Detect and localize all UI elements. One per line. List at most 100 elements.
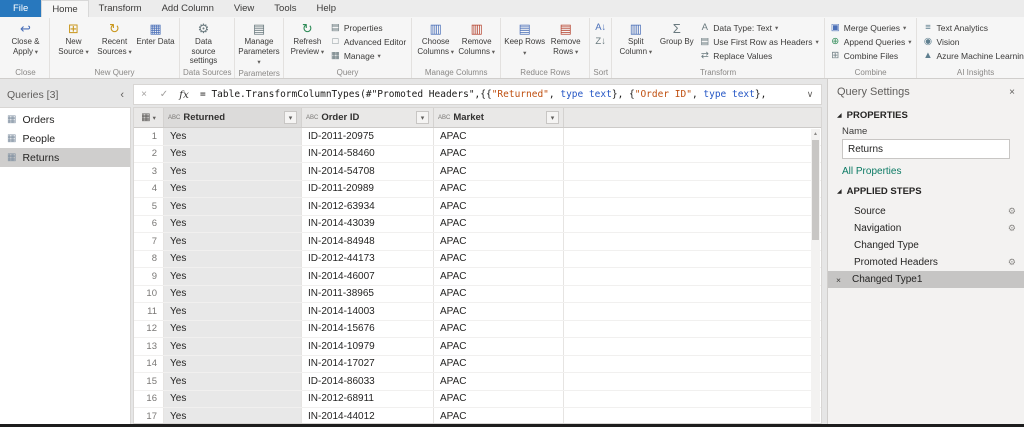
table-cell[interactable]: Yes	[164, 250, 302, 267]
remove-rows-button[interactable]: ▤ Remove Rows ▾	[545, 19, 586, 65]
row-number[interactable]: 6	[134, 215, 164, 232]
refresh-preview-button[interactable]: ↻ Refresh Preview ▾	[287, 19, 328, 65]
filter-dropdown-icon[interactable]: ▾	[416, 111, 429, 124]
tab-transform[interactable]: Transform	[89, 0, 152, 17]
advanced-editor-button[interactable]: □ Advanced Editor	[330, 36, 406, 47]
table-cell[interactable]: APAC	[434, 408, 564, 423]
table-cell[interactable]: IN-2014-84948	[302, 233, 434, 250]
applied-step-changed-type1[interactable]: × Changed Type1	[828, 271, 1024, 288]
properties-button[interactable]: ▤ Properties	[330, 22, 406, 33]
table-cell[interactable]: APAC	[434, 320, 564, 337]
choose-columns-button[interactable]: ▥ Choose Columns ▾	[415, 19, 456, 65]
table-corner-button[interactable]: ▦ ▾	[134, 108, 164, 127]
table-cell[interactable]: Yes	[164, 268, 302, 285]
table-cell[interactable]: ID-2012-44173	[302, 250, 434, 267]
table-cell[interactable]: IN-2014-44012	[302, 408, 434, 423]
table-cell[interactable]: Yes	[164, 128, 302, 145]
applied-step-source[interactable]: Source ⚙	[828, 203, 1024, 220]
step-settings-gear-icon[interactable]: ⚙	[1008, 257, 1016, 268]
delete-step-icon[interactable]: ×	[836, 275, 852, 285]
applied-step-promoted-headers[interactable]: Promoted Headers ⚙	[828, 254, 1024, 271]
row-number[interactable]: 1	[134, 128, 164, 145]
row-number[interactable]: 13	[134, 338, 164, 355]
table-cell[interactable]: IN-2014-15676	[302, 320, 434, 337]
cancel-formula-icon[interactable]: ×	[134, 89, 154, 100]
table-cell[interactable]: Yes	[164, 145, 302, 162]
column-header-returned[interactable]: ABC Returned ▾	[164, 108, 302, 127]
table-cell[interactable]: IN-2012-68911	[302, 390, 434, 407]
table-cell[interactable]: APAC	[434, 215, 564, 232]
tab-home[interactable]: Home	[41, 0, 89, 17]
table-cell[interactable]: APAC	[434, 285, 564, 302]
tab-add-column[interactable]: Add Column	[152, 0, 224, 17]
tab-help[interactable]: Help	[306, 0, 346, 17]
expand-formula-bar-icon[interactable]: ∨	[799, 89, 821, 100]
applied-step-navigation[interactable]: Navigation ⚙	[828, 220, 1024, 237]
manage-parameters-button[interactable]: ▤ Manage Parameters ▾	[238, 19, 279, 68]
row-number[interactable]: 15	[134, 373, 164, 390]
row-number[interactable]: 14	[134, 355, 164, 372]
enter-data-button[interactable]: ▦ Enter Data	[135, 19, 176, 65]
table-cell[interactable]: IN-2014-43039	[302, 215, 434, 232]
column-header-order-id[interactable]: ABC Order ID ▾	[302, 108, 434, 127]
table-cell[interactable]: IN-2014-58460	[302, 145, 434, 162]
row-number[interactable]: 2	[134, 145, 164, 162]
close-settings-icon[interactable]: ×	[1009, 87, 1015, 98]
table-cell[interactable]: APAC	[434, 373, 564, 390]
use-first-row-as-headers-button[interactable]: ▤ Use First Row as Headers ▾	[699, 36, 818, 47]
table-cell[interactable]: IN-2014-14003	[302, 303, 434, 320]
row-number[interactable]: 10	[134, 285, 164, 302]
table-cell[interactable]: Yes	[164, 338, 302, 355]
vision-button[interactable]: ◉ Vision	[922, 36, 1024, 47]
table-cell[interactable]: Yes	[164, 320, 302, 337]
table-cell[interactable]: IN-2012-63934	[302, 198, 434, 215]
table-cell[interactable]: Yes	[164, 198, 302, 215]
recent-sources-button[interactable]: ↻ Recent Sources ▾	[94, 19, 135, 65]
table-cell[interactable]: APAC	[434, 355, 564, 372]
table-cell[interactable]: Yes	[164, 303, 302, 320]
table-cell[interactable]: IN-2014-46007	[302, 268, 434, 285]
table-cell[interactable]: IN-2011-38965	[302, 285, 434, 302]
group-by-button[interactable]: Σ Group By	[656, 19, 697, 65]
step-settings-gear-icon[interactable]: ⚙	[1008, 223, 1016, 234]
table-cell[interactable]: ID-2014-86033	[302, 373, 434, 390]
table-cell[interactable]: Yes	[164, 233, 302, 250]
formula-input[interactable]: = Table.TransformColumnTypes(#"Promoted …	[194, 89, 799, 100]
applied-steps-section-header[interactable]: ◢ APPLIED STEPS	[828, 181, 1024, 200]
row-number[interactable]: 11	[134, 303, 164, 320]
append-queries-button[interactable]: ⊕ Append Queries ▾	[830, 36, 911, 47]
table-cell[interactable]: APAC	[434, 338, 564, 355]
query-item-returns[interactable]: ▦ Returns	[0, 148, 130, 167]
row-number[interactable]: 5	[134, 198, 164, 215]
row-number[interactable]: 9	[134, 268, 164, 285]
sort-ascending-button[interactable]: A↓	[595, 22, 606, 33]
sort-descending-button[interactable]: Z↓	[595, 36, 606, 47]
column-header-market[interactable]: ABC Market ▾	[434, 108, 564, 127]
replace-values-button[interactable]: ⇄ Replace Values	[699, 50, 818, 61]
query-item-people[interactable]: ▦ People	[0, 129, 130, 148]
tab-view[interactable]: View	[224, 0, 264, 17]
table-cell[interactable]: APAC	[434, 180, 564, 197]
table-cell[interactable]: Yes	[164, 285, 302, 302]
table-cell[interactable]: Yes	[164, 180, 302, 197]
table-cell[interactable]: APAC	[434, 303, 564, 320]
filter-dropdown-icon[interactable]: ▾	[284, 111, 297, 124]
remove-columns-button[interactable]: ▥ Remove Columns ▾	[456, 19, 497, 65]
collapse-queries-pane-icon[interactable]: ‹	[120, 89, 124, 101]
table-cell[interactable]: Yes	[164, 390, 302, 407]
row-number[interactable]: 3	[134, 163, 164, 180]
file-tab[interactable]: File	[0, 0, 42, 17]
query-name-input[interactable]	[842, 139, 1010, 159]
table-cell[interactable]: Yes	[164, 408, 302, 423]
applied-step-changed-type[interactable]: Changed Type	[828, 237, 1024, 254]
table-cell[interactable]: APAC	[434, 268, 564, 285]
all-properties-link[interactable]: All Properties	[828, 159, 1024, 181]
table-cell[interactable]: IN-2014-54708	[302, 163, 434, 180]
table-cell[interactable]: ID-2011-20989	[302, 180, 434, 197]
table-cell[interactable]: APAC	[434, 390, 564, 407]
scroll-up-icon[interactable]: ▲	[811, 129, 820, 139]
row-number[interactable]: 16	[134, 390, 164, 407]
query-item-orders[interactable]: ▦ Orders	[0, 110, 130, 129]
row-number[interactable]: 7	[134, 233, 164, 250]
azure-machine-learning-button[interactable]: ▲ Azure Machine Learning	[922, 50, 1024, 61]
